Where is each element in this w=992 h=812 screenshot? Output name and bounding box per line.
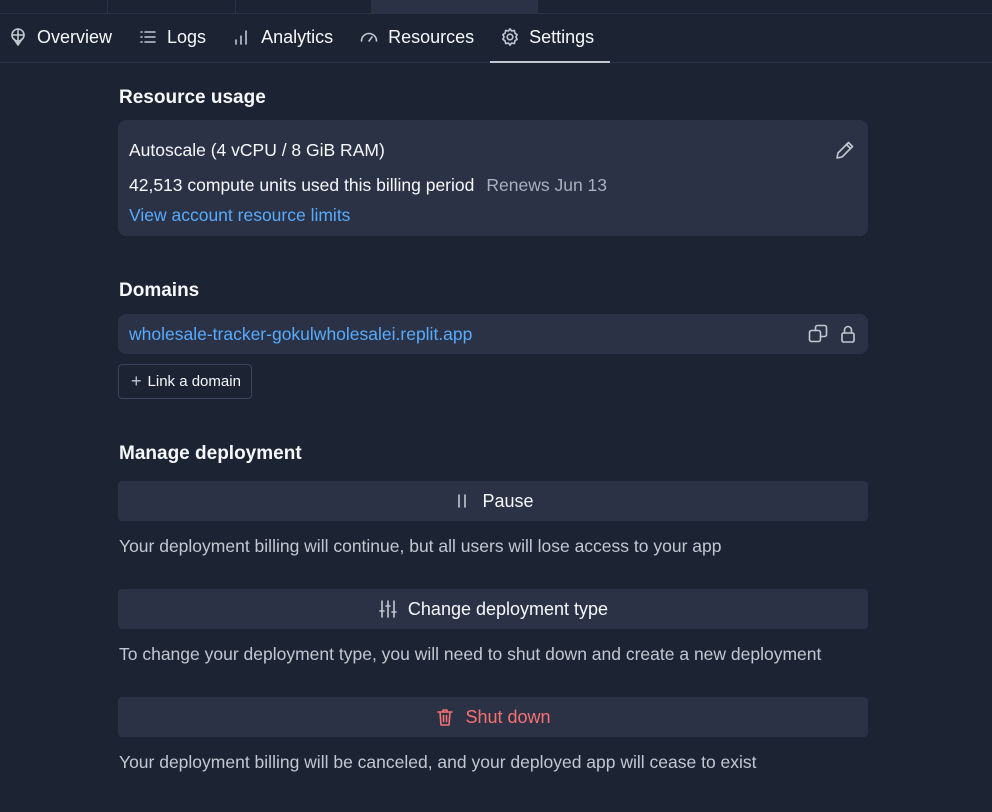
tab-label: Settings: [529, 26, 595, 47]
resource-usage-card: Autoscale (4 vCPU / 8 GiB RAM) 42,513 co…: [118, 120, 868, 236]
pause-description: Your deployment billing will continue, b…: [119, 536, 722, 556]
domain-row: wholesale-tracker-gokulwholesalei.replit…: [118, 314, 868, 354]
shut-down-button[interactable]: Shut down: [118, 697, 868, 737]
tab-resources[interactable]: Resources: [349, 14, 490, 62]
shut-down-label: Shut down: [465, 706, 551, 727]
plan-description: Autoscale (4 vCPU / 8 GiB RAM): [129, 140, 385, 160]
tab-label: Overview: [37, 26, 113, 47]
tab-overview[interactable]: Overview: [0, 14, 128, 62]
tab-label: Analytics: [261, 26, 334, 47]
domain-lock-button[interactable]: [837, 323, 859, 345]
top-tab-stub-active[interactable]: [372, 0, 538, 14]
trash-icon: [437, 709, 454, 726]
tab-settings[interactable]: Settings: [490, 14, 611, 63]
tab-label: Logs: [167, 26, 207, 47]
browser-tab-strip: [0, 0, 992, 14]
usage-line: 42,513 compute units used this billing p…: [129, 175, 607, 196]
bar-chart-icon: [235, 30, 247, 45]
pause-button[interactable]: Pause: [118, 481, 868, 521]
copy-domain-button[interactable]: [807, 323, 829, 345]
tab-logs[interactable]: Logs: [128, 14, 222, 62]
domain-url-link[interactable]: wholesale-tracker-gokulwholesalei.replit…: [129, 324, 472, 345]
pause-icon: [458, 494, 467, 508]
gear-icon: [502, 28, 519, 46]
copy-icon: [808, 324, 828, 343]
tab-analytics[interactable]: Analytics: [222, 14, 349, 62]
renewal-date: Renews Jun 13: [486, 175, 608, 195]
shut-down-description: Your deployment billing will be canceled…: [119, 752, 757, 772]
change-deployment-type-button[interactable]: Change deployment type: [118, 589, 868, 629]
plus-icon: +: [131, 370, 142, 391]
deploy-icon: [11, 28, 25, 46]
top-tab-stub[interactable]: [0, 0, 108, 14]
pencil-icon: [836, 141, 854, 159]
sliders-icon: [379, 600, 397, 618]
list-icon: [140, 31, 156, 43]
change-type-label: Change deployment type: [407, 598, 609, 619]
manage-deployment-heading: Manage deployment: [119, 443, 302, 464]
resource-usage-heading: Resource usage: [119, 87, 266, 108]
link-domain-button[interactable]: + Link a domain: [118, 364, 252, 399]
tab-label: Resources: [388, 26, 475, 47]
change-type-description: To change your deployment type, you will…: [119, 644, 822, 664]
gauge-icon: [360, 32, 378, 42]
link-domain-label: Link a domain: [147, 373, 241, 390]
lock-icon: [841, 325, 855, 343]
pause-label: Pause: [482, 490, 534, 511]
domains-heading: Domains: [119, 280, 200, 301]
top-tab-stub[interactable]: [236, 0, 372, 14]
top-tab-stub[interactable]: [108, 0, 236, 14]
view-limits-link[interactable]: View account resource limits: [129, 205, 350, 226]
edit-plan-button[interactable]: [834, 139, 856, 161]
compute-units-used: 42,513 compute units used this billing p…: [129, 175, 475, 195]
deployment-nav-tabs: Overview Logs Analytics Resources Settin…: [0, 14, 992, 63]
